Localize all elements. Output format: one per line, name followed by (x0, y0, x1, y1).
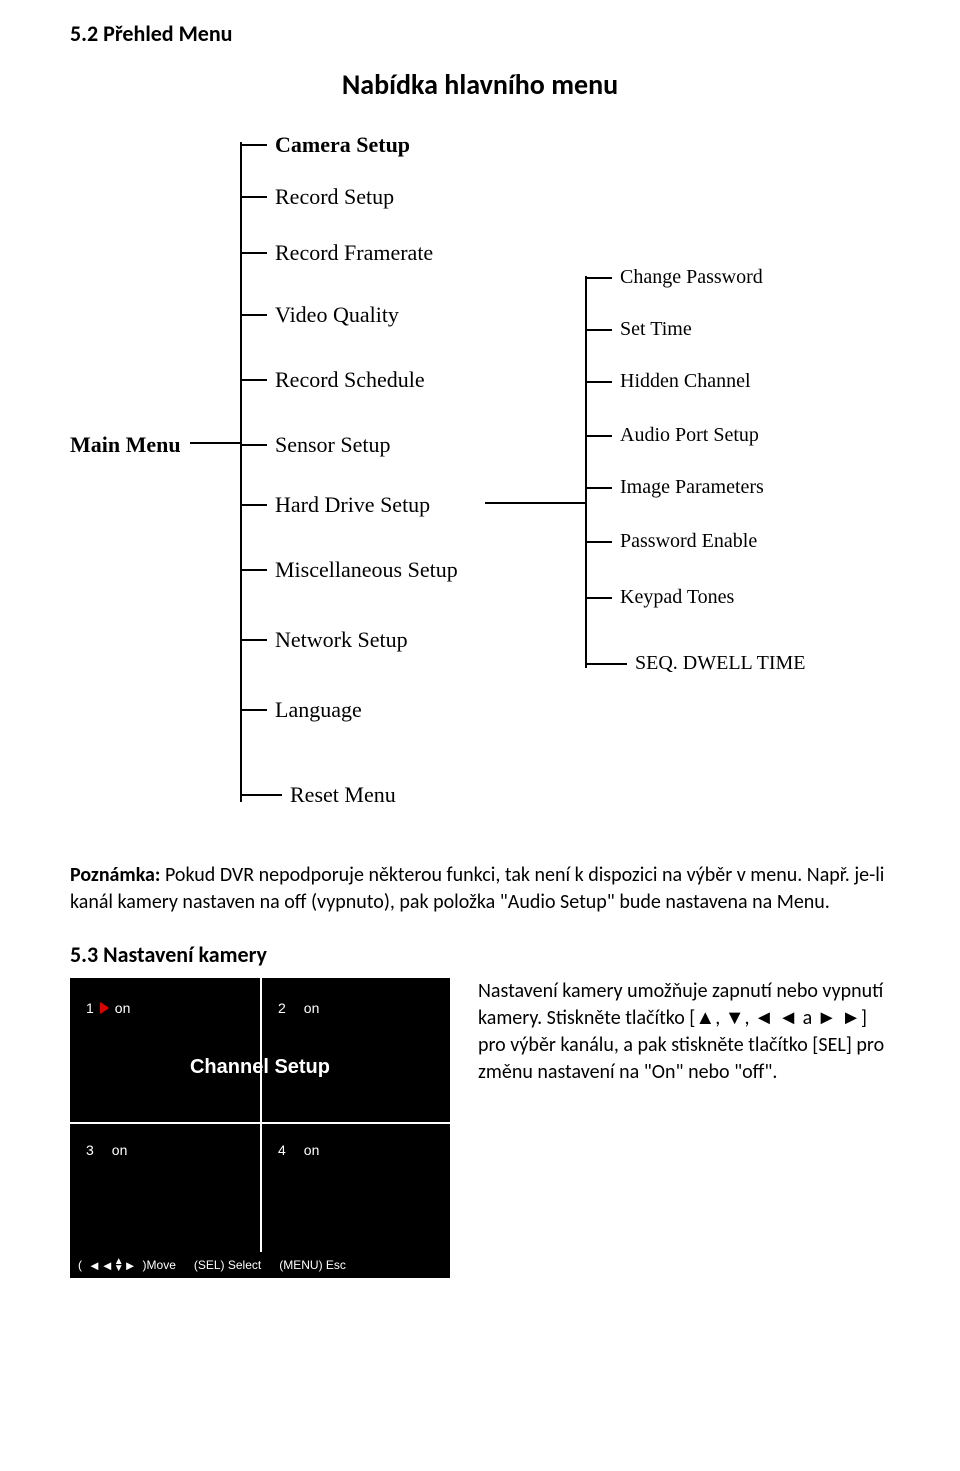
menu-item-network-setup: Network Setup (242, 627, 408, 653)
channel-number: 1 (86, 1000, 94, 1016)
camera-section-heading: 5.3 Nastavení kamery (70, 941, 890, 968)
channel-state: on (112, 1142, 128, 1158)
section-heading: 5.2 Přehled Menu (70, 20, 890, 47)
menu-item-camera-setup: Camera Setup (242, 132, 410, 158)
menu-item-label: Video Quality (275, 302, 399, 328)
grid-line (70, 1122, 450, 1124)
channel-cell-2: 2 on (278, 1000, 319, 1016)
menu-item-label: Miscellaneous Setup (275, 557, 458, 583)
channel-number: 3 (86, 1142, 94, 1158)
menu-item-label: Language (275, 697, 362, 723)
arrow-down-icon: ▼ (114, 1265, 124, 1272)
channel-state: on (304, 1142, 320, 1158)
channel-cell-1: 1 on (86, 1000, 130, 1016)
menu-item-label: Network Setup (275, 627, 408, 653)
diagram-line (485, 502, 585, 504)
channel-footer: ( ◄◄ ▲ ▼ ► )Move (SEL) Select (MENU) Esc (70, 1252, 450, 1278)
submenu-item-image-parameters: Image Parameters (587, 476, 764, 499)
channel-number: 2 (278, 1000, 286, 1016)
menu-item-miscellaneous-setup: Miscellaneous Setup (242, 557, 458, 583)
footer-open-paren: ( (78, 1258, 82, 1272)
submenu-item-label: Keypad Tones (620, 586, 734, 609)
submenu-item-change-password: Change Password (587, 266, 763, 289)
channel-cell-4: 4 on (278, 1142, 319, 1158)
menu-item-video-quality: Video Quality (242, 302, 399, 328)
footer-sel: (SEL) Select (194, 1258, 261, 1272)
main-menu-label: Main Menu (70, 432, 181, 458)
channel-cell-3: 3 on (86, 1142, 127, 1158)
submenu-item-password-enable: Password Enable (587, 530, 757, 553)
menu-item-record-schedule: Record Schedule (242, 367, 425, 393)
menu-item-label: Camera Setup (275, 132, 410, 158)
submenu-item-label: Change Password (620, 266, 763, 289)
submenu-item-keypad-tones: Keypad Tones (587, 586, 734, 609)
menu-diagram: Main Menu Camera Setup Record Setup Reco… (70, 132, 890, 832)
page-title: Nabídka hlavního menu (70, 67, 890, 102)
menu-item-label: Record Framerate (275, 240, 433, 266)
note-label: Poznámka: (70, 863, 160, 887)
menu-item-label: Record Schedule (275, 367, 425, 393)
menu-item-label: Record Setup (275, 184, 394, 210)
menu-item-label: Sensor Setup (275, 432, 391, 458)
channel-state: on (304, 1000, 320, 1016)
footer-move: )Move (143, 1258, 176, 1272)
submenu-item-audio-port-setup: Audio Port Setup (587, 424, 759, 447)
menu-item-record-setup: Record Setup (242, 184, 394, 210)
menu-item-hard-drive-setup: Hard Drive Setup (242, 492, 430, 518)
menu-item-record-framerate: Record Framerate (242, 240, 433, 266)
menu-item-label: Hard Drive Setup (275, 492, 430, 518)
diagram-line (190, 442, 240, 444)
camera-description: Nastavení kamery umožňuje zapnutí nebo v… (478, 978, 890, 1086)
submenu-item-label: Image Parameters (620, 476, 764, 499)
arrow-right-icon: ► (124, 1259, 137, 1272)
channel-setup-title: Channel Setup (70, 1056, 450, 1079)
submenu-item-seq-dwell-time: SEQ. DWELL TIME (587, 652, 806, 675)
submenu-item-set-time: Set Time (587, 318, 692, 341)
arrow-cluster-icon: ◄◄ ▲ ▼ ► (88, 1258, 137, 1272)
menu-item-label: Reset Menu (290, 782, 396, 808)
channel-number: 4 (278, 1142, 286, 1158)
channel-state: on (115, 1000, 131, 1016)
channel-setup-screenshot: Channel Setup 1 on 2 on 3 on 4 on (70, 978, 450, 1278)
submenu-item-label: Set Time (620, 318, 692, 341)
menu-item-sensor-setup: Sensor Setup (242, 432, 391, 458)
note-text: Pokud DVR nepodporuje některou funkci, t… (70, 863, 884, 914)
menu-item-reset-menu: Reset Menu (242, 782, 396, 808)
grid-line (260, 978, 262, 1278)
submenu-item-hidden-channel: Hidden Channel (587, 370, 751, 393)
footer-esc: (MENU) Esc (279, 1258, 346, 1272)
note-paragraph: Poznámka: Pokud DVR nepodporuje některou… (70, 862, 890, 916)
submenu-item-label: Hidden Channel (620, 370, 751, 393)
submenu-item-label: SEQ. DWELL TIME (635, 652, 806, 675)
arrow-left-icon: ◄ (101, 1259, 114, 1272)
submenu-item-label: Password Enable (620, 530, 757, 553)
submenu-item-label: Audio Port Setup (620, 424, 759, 447)
selection-triangle-icon (100, 1002, 109, 1014)
menu-item-language: Language (242, 697, 362, 723)
arrow-left-icon: ◄ (88, 1259, 101, 1272)
